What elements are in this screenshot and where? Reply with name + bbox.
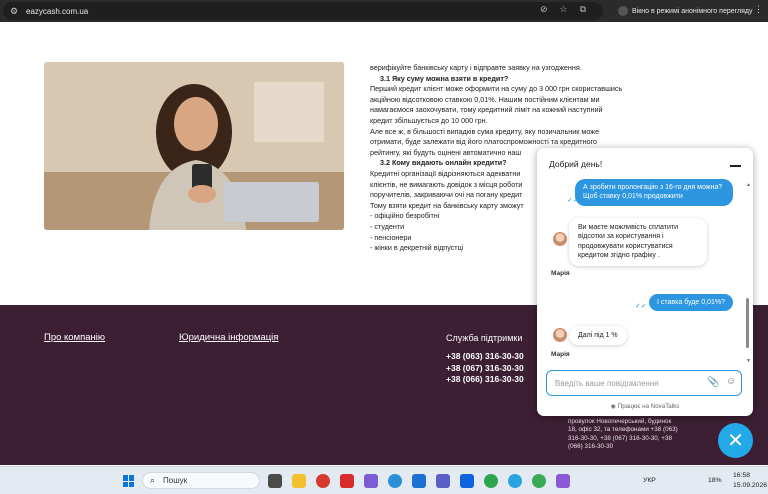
copilot-icon[interactable] — [364, 474, 378, 488]
url-text[interactable]: eazycash.com.ua — [26, 7, 88, 16]
scroll-up-arrow-icon[interactable]: ▲ — [746, 182, 751, 188]
message-input-box[interactable]: 📎 ☺ — [546, 370, 742, 396]
address-bar[interactable]: ⚙ eazycash.com.ua — [3, 2, 603, 20]
file-explorer-icon[interactable] — [292, 474, 306, 488]
start-menu-icon[interactable] — [123, 475, 135, 487]
close-chat-button[interactable]: ✕ — [718, 423, 753, 458]
address-bar-actions: ⊘ ☆ ⧉ — [540, 4, 586, 15]
telegram-icon[interactable] — [508, 474, 522, 488]
agent-message: Ви маєте можливість сплатити відсотки за… — [569, 218, 707, 266]
taskbar-search[interactable]: ⌕ Пошук — [142, 472, 260, 489]
close-icon: ✕ — [727, 430, 744, 452]
lastpass-icon[interactable] — [340, 474, 354, 488]
opera-icon[interactable] — [316, 474, 330, 488]
support-phone[interactable]: +38 (067) 316-30-30 — [446, 363, 524, 373]
article-line: кредит збільшується до 10 000 грн. — [370, 115, 488, 125]
support-phone[interactable]: +38 (066) 316-30-30 — [446, 374, 524, 384]
eye-off-icon[interactable]: ⊘ — [540, 4, 548, 15]
language-indicator[interactable]: УКР — [643, 477, 656, 484]
article-line: отримати, буде залежати від його платосп… — [370, 137, 597, 147]
clock-time[interactable]: 16:58 — [733, 472, 750, 479]
store-icon[interactable] — [412, 474, 426, 488]
powered-by[interactable]: ◉ Працює на NovaTalks — [537, 403, 753, 410]
whatsapp-icon[interactable] — [532, 474, 546, 488]
screen: ⚙ eazycash.com.ua ⊘ ☆ ⧉ Вікно в режимі а… — [0, 0, 768, 494]
article-line: намагаємося заохочувати, тому кредитний … — [370, 105, 603, 115]
incognito-label: Вікно в режимі анонімного перегляду — [632, 7, 753, 15]
teams-icon[interactable] — [436, 474, 450, 488]
message-input[interactable] — [555, 375, 695, 391]
chat-scrollbar[interactable] — [746, 298, 749, 348]
emoji-icon[interactable]: ☺ — [726, 376, 736, 387]
edge-icon[interactable] — [388, 474, 402, 488]
agent-message: Далі під 1 % — [569, 326, 627, 346]
site-info-icon[interactable]: ⚙ — [10, 6, 20, 16]
search-icon: ⌕ — [150, 475, 156, 485]
read-check-icon: ✓✓ — [635, 303, 647, 310]
chrome-icon[interactable] — [484, 474, 498, 488]
agent-name: Марія — [551, 351, 570, 358]
support-title: Служба підтримки — [446, 333, 523, 343]
incognito-icon — [618, 6, 628, 16]
star-icon[interactable]: ☆ — [560, 4, 568, 15]
user-message: А зробити пролонгацію з 16-го дня можна?… — [575, 179, 733, 206]
incognito-indicator[interactable]: Вікно в режимі анонімного перегляду — [612, 3, 758, 19]
browser-toolbar: ⚙ eazycash.com.ua ⊘ ☆ ⧉ Вікно в режимі а… — [0, 0, 768, 22]
read-check-icon: ✓✓ — [567, 197, 579, 204]
legal-info-link[interactable]: Юридична інформація — [179, 332, 278, 343]
agent-name: Марія — [551, 270, 570, 277]
chat-title: Добрий день! — [549, 159, 603, 169]
footer-address: провулок Новопечерський, будинок 18, офі… — [568, 418, 678, 451]
clock-date[interactable]: 15.09.2026 — [733, 482, 767, 489]
support-phone[interactable]: +38 (063) 316-30-30 — [446, 351, 524, 361]
article-heading: 3.1 Яку суму можна взяти в кредит? — [380, 73, 509, 83]
woman-with-phone-image — [44, 62, 344, 230]
agent-avatar — [553, 232, 567, 246]
battery-level[interactable]: 18% — [708, 477, 722, 484]
user-message: І ставка буде 0,01%? — [649, 294, 733, 312]
powered-by-label: Працює на NovaTalks — [617, 403, 680, 410]
article-line: Але все ж, в більшості випадків сума кре… — [370, 126, 600, 136]
scroll-down-arrow-icon[interactable]: ▼ — [746, 358, 751, 364]
menu-dots-icon[interactable]: ⋮ — [754, 4, 763, 15]
windows-taskbar: ⌕ Пошук УКР 18% 16:58 15.09.2026 — [0, 466, 768, 494]
about-company-link[interactable]: Про компанію — [44, 332, 105, 343]
article-line: акційною відсотковою ставкою 0,01%. Наши… — [370, 94, 600, 104]
photo-illustration — [44, 62, 344, 230]
search-label: Пошук — [163, 476, 188, 485]
dropbox-icon[interactable] — [460, 474, 474, 488]
agent-avatar — [553, 328, 567, 342]
minimize-chat-button[interactable] — [730, 165, 741, 167]
task-view-icon[interactable] — [268, 474, 282, 488]
article-line: Перший кредит клієнт може оформити на су… — [370, 84, 623, 94]
paperclip-icon[interactable]: 📎 — [707, 377, 719, 388]
article-line: верифікуйте банківську карту і відправте… — [370, 63, 582, 72]
viber-icon[interactable] — [556, 474, 570, 488]
extensions-icon[interactable]: ⧉ — [580, 4, 586, 15]
chat-widget: Добрий день! А зробити пролонгацію з 16-… — [537, 148, 753, 416]
